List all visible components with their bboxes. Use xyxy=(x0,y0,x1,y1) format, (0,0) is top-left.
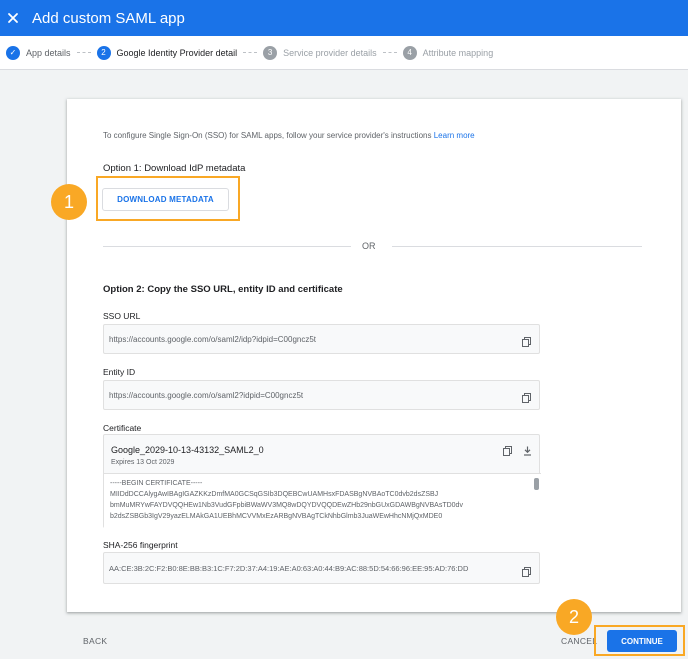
sso-url-field[interactable]: https://accounts.google.com/o/saml2/idp?… xyxy=(103,324,540,354)
copy-icon[interactable] xyxy=(522,334,531,347)
step-separator xyxy=(76,52,91,53)
certificate-name: Google_2029-10-13-43132_SAML2_0 xyxy=(111,445,264,455)
highlight-box xyxy=(594,625,685,656)
copy-icon[interactable] xyxy=(522,564,531,577)
step-label: Service provider details xyxy=(283,47,377,58)
entity-id-value: https://accounts.google.com/o/saml2?idpi… xyxy=(109,390,304,400)
step-app-details[interactable]: ✓ App details xyxy=(6,45,71,60)
fingerprint-value: AA:CE:3B:2C:F2:B0:8E:BB:B3:1C:F7:2D:37:A… xyxy=(109,563,469,573)
step-separator xyxy=(243,52,258,53)
certificate-expiry: Expires 13 Oct 2029 xyxy=(111,459,175,466)
step-separator xyxy=(382,52,397,53)
check-icon: ✓ xyxy=(6,45,20,60)
entity-id-field[interactable]: https://accounts.google.com/o/saml2?idpi… xyxy=(103,380,540,410)
certificate-label: Certificate xyxy=(103,423,142,433)
cancel-button[interactable]: CANCEL xyxy=(561,636,597,646)
certificate-line: -----BEGIN CERTIFICATE----- xyxy=(110,480,203,487)
certificate-box: Google_2029-10-13-43132_SAML2_0 Expires … xyxy=(103,434,541,529)
back-button[interactable]: BACK xyxy=(83,636,107,646)
step-attribute-mapping[interactable]: 4 Attribute mapping xyxy=(402,45,494,60)
step-number: 4 xyxy=(402,45,417,60)
divider-line xyxy=(392,246,642,247)
entity-id-label: Entity ID xyxy=(103,367,136,377)
fingerprint-field[interactable]: AA:CE:3B:2C:F2:B0:8E:BB:B3:1C:F7:2D:37:A… xyxy=(103,552,540,584)
step-label: Attribute mapping xyxy=(422,47,494,58)
sso-url-label: SSO URL xyxy=(103,311,141,321)
fingerprint-label: SHA-256 fingerprint xyxy=(103,540,178,550)
step-number: 2 xyxy=(96,45,111,60)
or-separator: OR xyxy=(362,241,376,251)
callout-badge-2: 2 xyxy=(556,599,592,635)
app-header: Add custom SAML app xyxy=(0,0,688,36)
step-number: 3 xyxy=(263,45,278,60)
certificate-line: bmMuMRYwFAYDVQQHEw1Nb3VudGFpbiBWaWV3MQ8w… xyxy=(110,502,463,509)
step-idp-details[interactable]: 2 Google Identity Provider detail xyxy=(96,45,238,60)
step-label: App details xyxy=(26,47,71,58)
stepper: ✓ App details 2 Google Identity Provider… xyxy=(0,36,688,70)
copy-icon[interactable] xyxy=(503,443,512,456)
certificate-line: b2dsZSBGb3IgV29yazELMAkGA1UEBhMCVVMxEzAR… xyxy=(110,513,443,520)
step-service-provider[interactable]: 3 Service provider details xyxy=(263,45,377,60)
certificate-content[interactable]: -----BEGIN CERTIFICATE----- MIIDdDCCAlyg… xyxy=(104,473,541,529)
download-icon[interactable] xyxy=(523,443,532,456)
download-metadata-button[interactable]: DOWNLOAD METADATA xyxy=(102,188,229,211)
option2-heading: Option 2: Copy the SSO URL, entity ID an… xyxy=(103,284,343,295)
learn-more-link[interactable]: Learn more xyxy=(434,131,475,140)
intro-text: To configure Single Sign-On (SSO) for SA… xyxy=(103,131,475,140)
close-icon[interactable] xyxy=(6,11,20,25)
page-title: Add custom SAML app xyxy=(32,9,185,27)
step-label: Google Identity Provider detail xyxy=(116,47,238,58)
sso-url-value: https://accounts.google.com/o/saml2/idp?… xyxy=(109,334,317,344)
scrollbar-thumb[interactable] xyxy=(534,478,539,490)
option1-heading: Option 1: Download IdP metadata xyxy=(103,163,246,174)
divider-line xyxy=(103,246,351,247)
copy-icon[interactable] xyxy=(522,390,531,403)
certificate-line: MIIDdDCCAlygAwIBAgIGAZKKzDmfMA0GCSqGSIb3… xyxy=(110,491,439,498)
intro-label: To configure Single Sign-On (SSO) for SA… xyxy=(103,131,432,140)
callout-badge-1: 1 xyxy=(51,184,87,220)
